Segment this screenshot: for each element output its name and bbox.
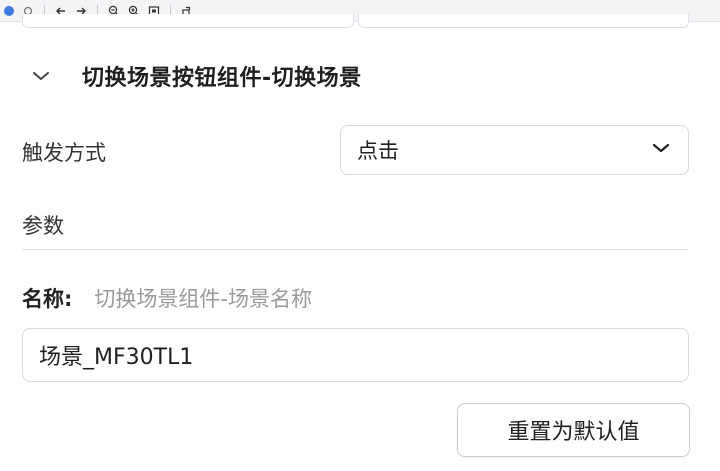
previous-input-field[interactable] (358, 14, 689, 28)
chevron-down-icon[interactable] (30, 65, 52, 87)
app-icon (4, 5, 14, 16)
name-hint: 切换场景组件-场景名称 (94, 287, 312, 311)
chevron-down-icon (650, 137, 672, 163)
section-header[interactable]: 切换场景按钮组件-切换场景 (30, 56, 362, 96)
trigger-select[interactable]: 点击 (340, 125, 689, 175)
scene-name-input[interactable] (22, 328, 689, 382)
params-label: 参数 (22, 214, 64, 238)
previous-input-field[interactable] (22, 14, 354, 28)
reset-to-default-button[interactable]: 重置为默认值 (457, 403, 690, 457)
divider (22, 249, 689, 250)
name-label: 名称: (22, 287, 73, 311)
section-title: 切换场景按钮组件-切换场景 (82, 66, 362, 91)
trigger-select-value: 点击 (357, 139, 399, 163)
name-row: 名称: 切换场景组件-场景名称 (22, 283, 312, 313)
trigger-label: 触发方式 (22, 141, 106, 165)
